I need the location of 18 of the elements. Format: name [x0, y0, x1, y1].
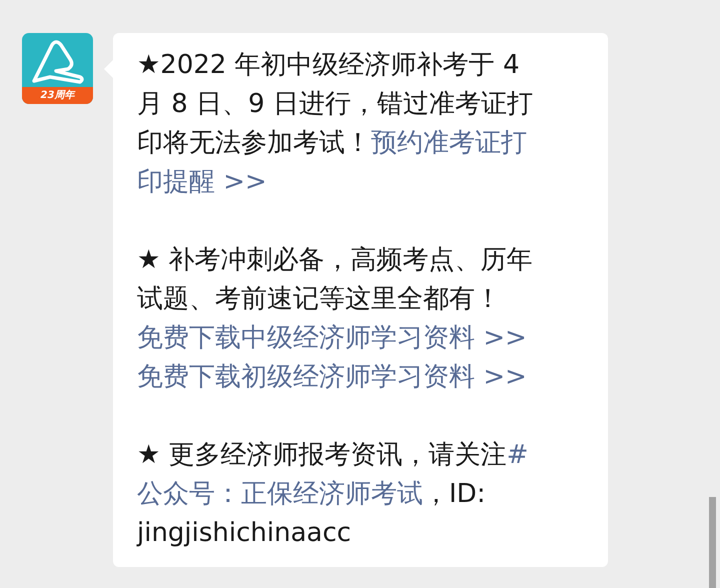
message-text: 月 8 日、9 日进行，错过准考证打	[137, 89, 533, 119]
message-text: 试题、考前速记等这里全都有！	[137, 284, 501, 314]
message-text: ★ 补考冲刺必备，高频考点、历年	[137, 245, 533, 275]
message-link[interactable]: 预约准考证打	[371, 128, 527, 158]
message-link[interactable]: 免费下载初级经济师学习资料 >>	[137, 362, 527, 392]
message-link[interactable]: 公众号：正保经济师考试	[137, 479, 423, 509]
message-text: ★2022 年初中级经济师补考于 4	[137, 50, 520, 80]
message-text: ★ 更多经济师报考资讯，请关注	[137, 440, 507, 470]
logo-icon	[32, 40, 84, 84]
message-text: 印将无法参加考试！	[137, 128, 371, 158]
message-link[interactable]: 印提醒 >>	[137, 167, 267, 197]
message-text: jingjishichinaacc	[137, 518, 352, 548]
logo-badge-text: 23周年	[40, 90, 74, 100]
message-link[interactable]: 免费下载中级经济师学习资料 >>	[137, 323, 527, 353]
scrollbar[interactable]	[709, 497, 716, 588]
avatar[interactable]: 23周年	[22, 33, 93, 104]
message-text: ，ID:	[423, 479, 486, 509]
message-link[interactable]: #	[506, 440, 528, 470]
